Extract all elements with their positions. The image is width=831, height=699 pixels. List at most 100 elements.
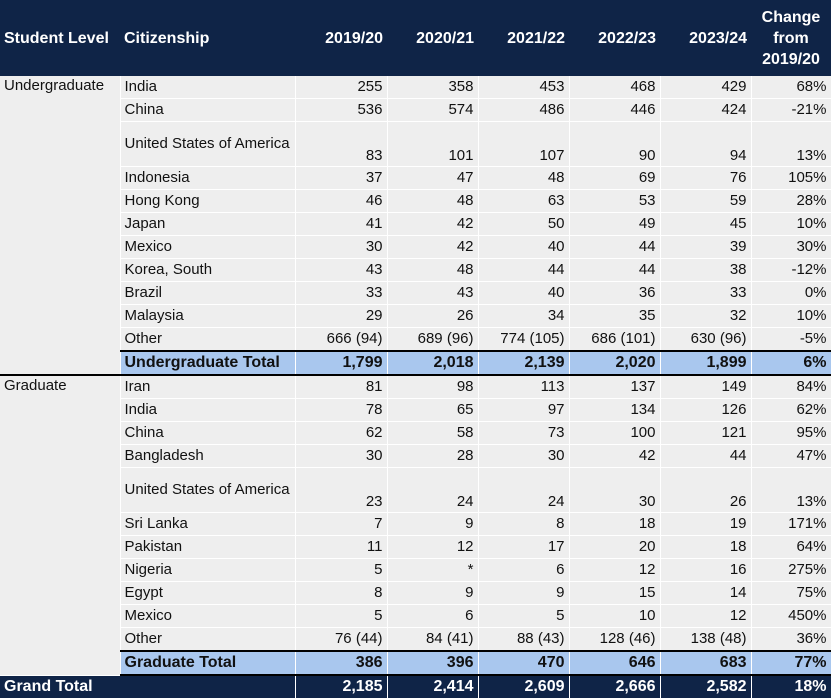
value-cell: 97: [478, 398, 570, 422]
value-cell: 468: [569, 76, 661, 99]
change-cell: 10%: [751, 304, 831, 328]
value-cell: 429: [660, 76, 752, 99]
value-cell: 19: [660, 512, 752, 536]
value-cell: 666 (94): [295, 327, 388, 352]
header-row: Student Level Citizenship 2019/20 2020/2…: [0, 0, 831, 76]
value-cell: 24: [387, 467, 479, 513]
value-cell: 43: [295, 258, 388, 282]
change-cell: 105%: [751, 166, 831, 190]
value-cell: 46: [295, 189, 388, 213]
citizenship-cell: United States of America: [120, 121, 296, 167]
value-cell: 44: [569, 235, 661, 259]
grand-total-value-cell: 2,666: [569, 675, 661, 699]
citizenship-cell: India: [120, 76, 296, 99]
table-row: Brazil 33 43 40 36 33 0%: [0, 281, 831, 305]
total-value-cell: 1,899: [660, 350, 752, 376]
value-cell: 36: [569, 281, 661, 305]
value-cell: 78: [295, 398, 388, 422]
table-row: Other 666 (94) 689 (96) 774 (105) 686 (101) 6…: [0, 327, 831, 352]
citizenship-cell: Iran: [120, 374, 296, 399]
change-cell: 95%: [751, 421, 831, 445]
header-2019-20: 2019/20: [295, 0, 387, 76]
value-cell: 126: [660, 398, 752, 422]
value-cell: 65: [387, 398, 479, 422]
value-cell: 34: [478, 304, 570, 328]
header-change-line2: from: [773, 29, 809, 47]
value-cell: 23: [295, 467, 388, 513]
value-cell: 88 (43): [478, 627, 570, 652]
table-row: Japan 41 42 50 49 45 10%: [0, 212, 831, 236]
change-cell: 68%: [751, 76, 831, 99]
value-cell: 9: [387, 581, 479, 605]
student-level-cell: Undergraduate: [0, 76, 121, 376]
value-cell: 689 (96): [387, 327, 479, 352]
value-cell: 30: [295, 235, 388, 259]
value-cell: 62: [295, 421, 388, 445]
total-value-cell: 683: [660, 650, 752, 676]
change-cell: -21%: [751, 98, 831, 122]
value-cell: 30: [569, 467, 661, 513]
value-cell: 30: [295, 444, 388, 468]
citizenship-cell: Hong Kong: [120, 189, 296, 213]
total-change-cell: 6%: [751, 350, 831, 376]
value-cell: 29: [295, 304, 388, 328]
value-cell: 50: [478, 212, 570, 236]
grand-total-value-cell: 2,582: [660, 675, 752, 699]
value-cell: 5: [295, 604, 388, 628]
table-row: Korea, South 43 48 44 44 38 -12%: [0, 258, 831, 282]
change-cell: 13%: [751, 121, 831, 167]
value-cell: 90: [569, 121, 661, 167]
table-row: Pakistan 11 12 17 20 18 64%: [0, 535, 831, 559]
total-row: Graduate Total 386 396 470 646 683 77%: [0, 650, 831, 676]
table-row: Indonesia 37 47 48 69 76 105%: [0, 166, 831, 190]
value-cell: 47: [387, 166, 479, 190]
value-cell: 9: [478, 581, 570, 605]
value-cell: 76: [660, 166, 752, 190]
citizenship-cell: Sri Lanka: [120, 512, 296, 536]
header-citizenship: Citizenship: [120, 0, 295, 76]
header-2023-24: 2023/24: [660, 0, 751, 76]
citizenship-cell: Other: [120, 327, 296, 352]
value-cell: 137: [569, 374, 661, 399]
value-cell: 121: [660, 421, 752, 445]
header-change-line1: Change: [761, 8, 821, 26]
value-cell: 11: [295, 535, 388, 559]
value-cell: 446: [569, 98, 661, 122]
value-cell: 73: [478, 421, 570, 445]
citizenship-cell: Bangladesh: [120, 444, 296, 468]
value-cell: 113: [478, 374, 570, 399]
value-cell: 630 (96): [660, 327, 752, 352]
value-cell: 9: [387, 512, 479, 536]
table-row: China 536 574 486 446 424 -21%: [0, 98, 831, 122]
citizenship-cell: China: [120, 421, 296, 445]
value-cell: 8: [295, 581, 388, 605]
value-cell: 134: [569, 398, 661, 422]
citizenship-cell: United States of America: [120, 467, 296, 513]
value-cell: 35: [569, 304, 661, 328]
change-cell: 36%: [751, 627, 831, 652]
value-cell: 774 (105): [478, 327, 570, 352]
value-cell: 574: [387, 98, 479, 122]
value-cell: 33: [660, 281, 752, 305]
table-row: Mexico 5 6 5 10 12 450%: [0, 604, 831, 628]
table-row: Egypt 8 9 9 15 14 75%: [0, 581, 831, 605]
value-cell: 28: [387, 444, 479, 468]
value-cell: 59: [660, 189, 752, 213]
grand-total-row: Grand Total 2,185 2,414 2,609 2,666 2,582 18%: [0, 675, 831, 699]
total-value-cell: 2,018: [387, 350, 479, 376]
header-2022-23: 2022/23: [569, 0, 660, 76]
total-label: Graduate Total: [120, 650, 296, 676]
table-row: India 78 65 97 134 126 62%: [0, 398, 831, 422]
total-value-cell: 1,799: [295, 350, 388, 376]
value-cell: 8: [478, 512, 570, 536]
change-cell: 47%: [751, 444, 831, 468]
table-row: Nigeria 5 * 6 12 16 275%: [0, 558, 831, 582]
grand-total-change-cell: 18%: [751, 675, 831, 699]
header-student-level: Student Level: [0, 0, 120, 76]
value-cell: 76 (44): [295, 627, 388, 652]
value-cell: 101: [387, 121, 479, 167]
value-cell: 107: [478, 121, 570, 167]
value-cell: 7: [295, 512, 388, 536]
table-row: Bangladesh 30 28 30 42 44 47%: [0, 444, 831, 468]
header-2021-22: 2021/22: [478, 0, 569, 76]
